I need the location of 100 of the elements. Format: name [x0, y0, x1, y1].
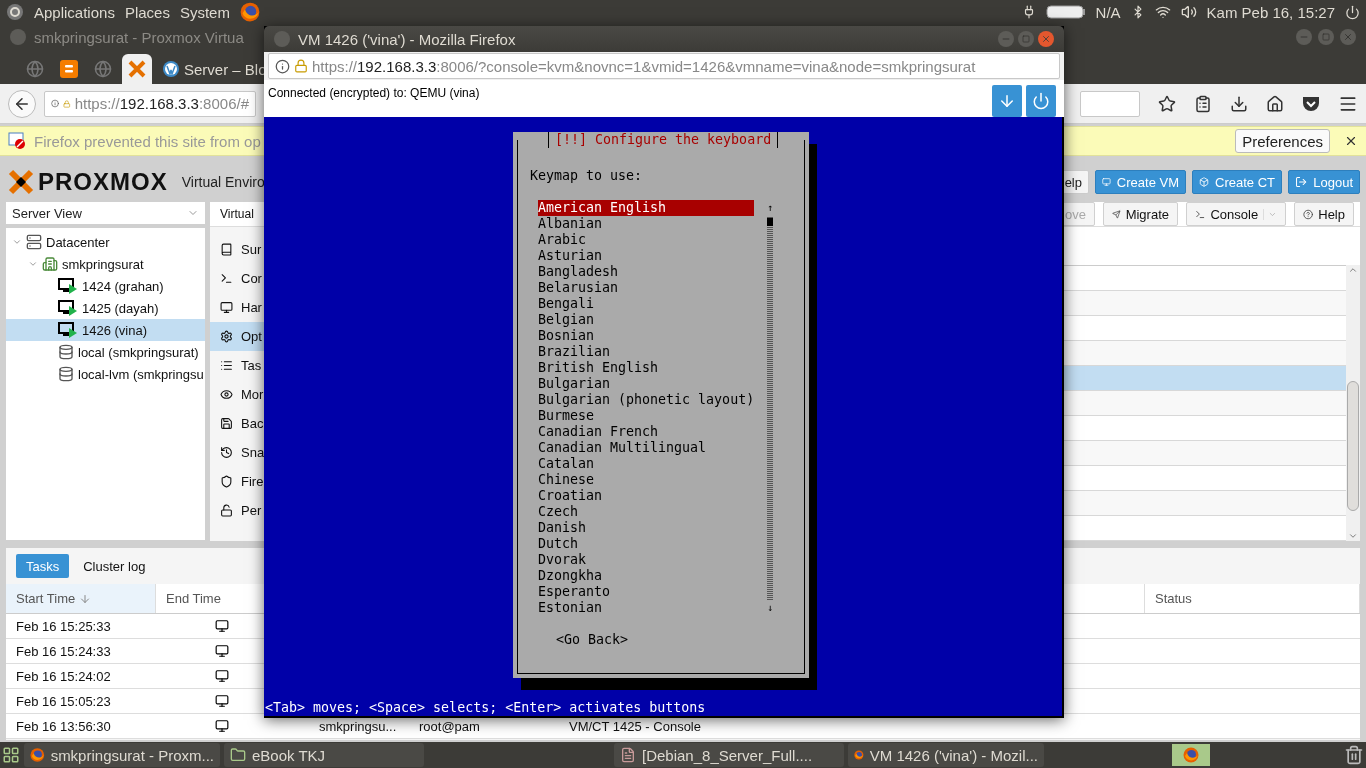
panel-menu[interactable]: System	[179, 3, 230, 21]
workspace-switcher[interactable]	[1172, 744, 1210, 766]
vm-running-icon	[58, 322, 78, 338]
vm-menu-item[interactable]: Per	[210, 496, 370, 525]
prompt-text: Keymap to use:	[530, 168, 644, 184]
keymap-option[interactable]: Canadian Multilingual	[538, 440, 754, 456]
panel-menu[interactable]: Applications	[34, 3, 115, 21]
wifi-icon[interactable]	[1154, 4, 1171, 20]
vm-menu-item[interactable]: Tas	[210, 351, 370, 380]
keymap-option[interactable]: Catalan	[538, 456, 754, 472]
power-icon[interactable]	[1345, 4, 1360, 20]
trash-icon[interactable]	[1344, 745, 1364, 765]
keymap-option[interactable]: Bengali	[538, 296, 754, 312]
firefox-icon[interactable]	[239, 2, 260, 22]
expand-caret-icon[interactable]	[12, 237, 22, 247]
vm-menu-item[interactable]: Fire	[210, 467, 370, 496]
server-icon	[26, 234, 42, 250]
vm-menu-item[interactable]: Sur	[210, 235, 370, 264]
close-button[interactable]	[1340, 29, 1356, 45]
tree-item[interactable]: Datacenter	[6, 231, 205, 253]
taskbar-item[interactable]: eBook TKJ	[224, 743, 424, 767]
show-desktop-icon[interactable]	[2, 746, 20, 764]
tree-item[interactable]: 1424 (grahan)	[6, 275, 205, 297]
keymap-option[interactable]: Bulgarian	[538, 376, 754, 392]
keymap-option[interactable]: Dutch	[538, 536, 754, 552]
maximize-button[interactable]	[1018, 31, 1034, 47]
taskbar-item[interactable]: smkpringsurat - Proxm...	[24, 743, 220, 767]
taskbar-item[interactable]: [Debian_8_Server_Full....	[614, 743, 844, 767]
reading-list-icon[interactable]	[1194, 94, 1212, 113]
vm-menu-item[interactable]: Sna	[210, 438, 370, 467]
tree-item[interactable]: local (smkpringsurat)	[6, 341, 205, 363]
keymap-option[interactable]: Belgian	[538, 312, 754, 328]
clock[interactable]: Kam Peb 16, 15:27	[1206, 3, 1335, 21]
keymap-option[interactable]: Asturian	[538, 248, 754, 264]
keymap-option[interactable]: Dvorak	[538, 552, 754, 568]
column-header[interactable]: Start Time	[6, 584, 156, 613]
keymap-option[interactable]: British English	[538, 360, 754, 376]
minimize-button[interactable]	[998, 31, 1014, 47]
close-button[interactable]	[1038, 31, 1054, 47]
taskbar-item[interactable]: VM 1426 ('vina') - Mozil...	[848, 743, 1044, 767]
close-icon[interactable]	[1344, 134, 1358, 148]
scroll-down-arrow[interactable]: ↓	[767, 600, 773, 616]
keymap-option[interactable]: Danish	[538, 520, 754, 536]
keymap-option[interactable]: Brazilian	[538, 344, 754, 360]
view-select[interactable]: Server View	[6, 202, 205, 224]
expand-caret-icon[interactable]	[28, 259, 38, 269]
bookmark-star-icon[interactable]	[1158, 94, 1176, 113]
keymap-option[interactable]: Chinese	[538, 472, 754, 488]
search-field[interactable]	[1080, 90, 1140, 117]
pocket-icon[interactable]	[1302, 95, 1320, 112]
scroll-up-icon[interactable]	[1348, 265, 1358, 275]
keymap-option[interactable]: Dzongkha	[538, 568, 754, 584]
scroll-thumb[interactable]	[767, 218, 773, 226]
task-tab[interactable]: Cluster log	[73, 554, 156, 578]
dropdown-caret-icon[interactable]	[1263, 208, 1277, 220]
panel-menu[interactable]: Places	[124, 3, 170, 21]
keymap-option[interactable]: Burmese	[538, 408, 754, 424]
url-field[interactable]: https://192.168.3.3:8006/?console=kvm&novnc=1&vmid=1426&vmname=vina&node=smkpringsurat	[268, 53, 1060, 79]
window-menu-button[interactable]	[274, 31, 290, 47]
minimize-button[interactable]	[1296, 29, 1312, 45]
url-field[interactable]: https://192.168.3.3:8006/#	[44, 90, 256, 117]
window-menu-button[interactable]	[10, 29, 26, 45]
volume-icon[interactable]	[1180, 4, 1197, 20]
home-icon[interactable]	[1266, 94, 1284, 113]
keymap-option[interactable]: Bangladesh	[538, 264, 754, 280]
scroll-track[interactable]	[767, 216, 773, 600]
send-keys-button[interactable]	[992, 85, 1022, 117]
power-button[interactable]	[1026, 85, 1056, 117]
keymap-option[interactable]: Belarusian	[538, 280, 754, 296]
toolbar-button[interactable]: Help	[1294, 202, 1354, 226]
keymap-option[interactable]: Arabic	[538, 232, 754, 248]
go-back-button[interactable]: <Go Back>	[556, 632, 629, 648]
keymap-option[interactable]: Canadian French	[538, 424, 754, 440]
maximize-button[interactable]	[1318, 29, 1334, 45]
keymap-option[interactable]: American English	[538, 200, 754, 216]
scroll-up-arrow[interactable]: ↑	[767, 200, 773, 216]
keymap-option[interactable]: Bosnian	[538, 328, 754, 344]
toolbar-button[interactable]: Console	[1186, 202, 1286, 226]
keymap-option[interactable]: Croatian	[538, 488, 754, 504]
vm-menu-item[interactable]: Mor	[210, 380, 370, 409]
download-icon[interactable]	[1230, 94, 1248, 113]
tree-item[interactable]: 1426 (vina)	[6, 319, 205, 341]
tree-item[interactable]: local-lvm (smkpringsu	[6, 363, 205, 385]
keymap-option[interactable]: Esperanto	[538, 584, 754, 600]
vm-menu-item[interactable]: Har	[210, 293, 370, 322]
toolbar-button[interactable]: Migrate	[1103, 202, 1178, 226]
keymap-option[interactable]: Albanian	[538, 216, 754, 232]
keymap-option[interactable]: Estonian	[538, 600, 754, 616]
keymap-option[interactable]: Bulgarian (phonetic layout)	[538, 392, 754, 408]
scrollbar[interactable]	[1346, 265, 1360, 541]
vm-menu-item[interactable]: Cor	[210, 264, 370, 293]
keymap-option[interactable]: Czech	[538, 504, 754, 520]
arrow-down-icon	[998, 92, 1016, 110]
vm-menu-item[interactable]: Bac	[210, 409, 370, 438]
tree-item[interactable]: smkpringsurat	[6, 253, 205, 275]
scroll-down-icon[interactable]	[1348, 531, 1358, 541]
tree-item[interactable]: 1425 (dayah)	[6, 297, 205, 319]
preferences-button[interactable]: Preferences	[1235, 129, 1330, 153]
monitor-icon	[215, 719, 229, 733]
back-button[interactable]	[8, 89, 36, 118]
